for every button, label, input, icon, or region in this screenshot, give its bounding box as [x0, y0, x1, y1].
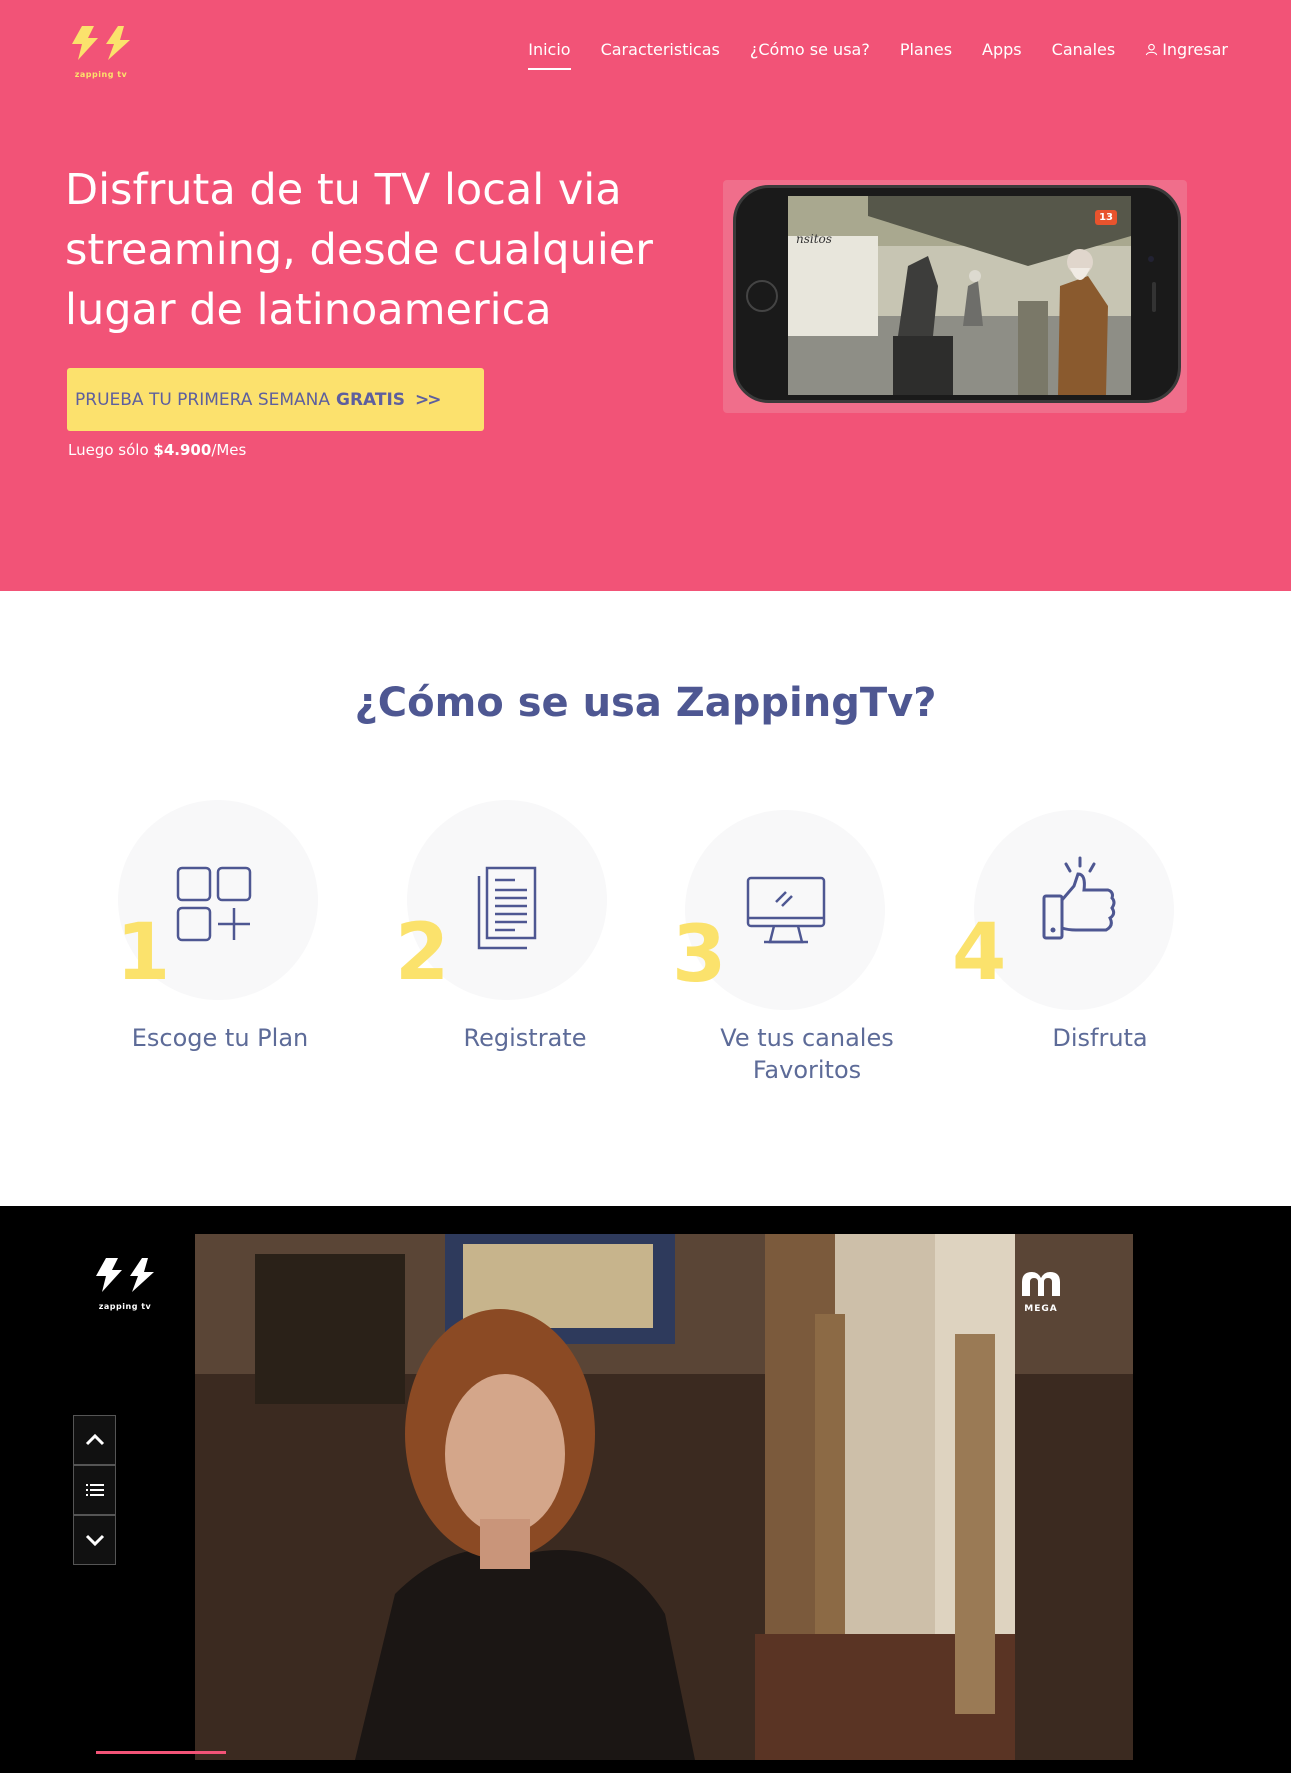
channel-up-button[interactable]	[73, 1415, 116, 1465]
video-player-section: zapping tv MEGA	[0, 1206, 1291, 1773]
price-value: $4.900	[153, 441, 212, 459]
zapping-logo-icon	[72, 26, 130, 60]
channel-logo: MEGA	[1018, 1268, 1064, 1314]
step-4: 4 Disfruta	[950, 800, 1210, 1100]
user-icon	[1146, 43, 1158, 56]
hero-title: Disfruta de tu TV local via streaming, d…	[65, 165, 653, 335]
free-trial-button[interactable]: PRUEBA TU PRIMERA SEMANA GRATIS >>	[67, 368, 484, 431]
hero-section: zapping tv Inicio Caracteristicas ¿Cómo …	[0, 0, 1291, 591]
channel-list-button[interactable]	[73, 1465, 116, 1515]
phone-camera	[1148, 256, 1154, 262]
step-label: Escoge tu Plan	[131, 1024, 309, 1052]
nav-item-como-se-usa[interactable]: ¿Cómo se usa?	[750, 40, 870, 59]
cta-emphasis: GRATIS	[336, 389, 406, 410]
step-number: 2	[395, 908, 450, 998]
museum-scene-image	[788, 196, 1131, 395]
nav-item-inicio[interactable]: Inicio	[528, 40, 571, 70]
nav-item-planes[interactable]: Planes	[900, 40, 952, 59]
main-nav: Inicio Caracteristicas ¿Cómo se usa? Pla…	[498, 40, 1228, 70]
step-3: 3 Ve tus canales Favoritos	[672, 800, 932, 1100]
howto-title: ¿Cómo se usa ZappingTv?	[354, 680, 937, 726]
phone-screen: nsitos 13	[788, 196, 1131, 395]
logo-text: zapping tv	[98, 1302, 152, 1311]
nav-item-apps[interactable]: Apps	[982, 40, 1022, 59]
login-link[interactable]: Ingresar	[1145, 40, 1228, 59]
step-number: 1	[116, 908, 171, 998]
monitor-icon	[746, 876, 826, 944]
progress-bar	[96, 1751, 226, 1754]
price-prefix: Luego sólo	[68, 441, 149, 459]
player-zapping-logo[interactable]: zapping tv	[92, 1254, 158, 1314]
nav-item-canales[interactable]: Canales	[1052, 40, 1116, 59]
phone-mockup: nsitos 13	[723, 180, 1187, 413]
list-icon	[85, 1484, 104, 1496]
grid-plus-icon	[176, 866, 252, 942]
mega-logo-icon	[1022, 1272, 1060, 1296]
login-label: Ingresar	[1162, 40, 1228, 59]
nav-item-caracteristicas[interactable]: Caracteristicas	[601, 40, 720, 59]
price-suffix: /Mes	[211, 441, 247, 459]
step-label: Registrate	[463, 1024, 587, 1052]
museum-sign: nsitos	[796, 232, 832, 246]
channel-down-button[interactable]	[73, 1515, 116, 1565]
zapping-logo[interactable]: zapping tv	[68, 22, 134, 82]
price-note: Luego sólo $4.900/Mes	[68, 441, 246, 459]
channel-badge: 13	[1095, 210, 1117, 225]
step-1: 1 Escoge tu Plan	[110, 800, 370, 1100]
zapping-logo-icon	[96, 1258, 154, 1292]
cta-label: PRUEBA TU PRIMERA SEMANA	[75, 389, 330, 410]
step-2: 2 Registrate	[395, 800, 655, 1100]
chevron-up-icon	[85, 1434, 104, 1446]
double-chevron-right-icon: >>	[415, 389, 441, 410]
channel-name: MEGA	[1024, 1304, 1058, 1314]
thumbs-up-icon	[1042, 856, 1116, 940]
chevron-down-icon	[85, 1534, 104, 1546]
tv-program-image	[195, 1234, 1133, 1760]
video-frame[interactable]	[195, 1234, 1133, 1760]
phone-speaker	[1152, 282, 1156, 312]
phone-home-button	[746, 280, 778, 312]
phone-device: nsitos 13	[733, 185, 1181, 403]
logo-text: zapping tv	[74, 70, 128, 79]
step-number: 4	[952, 908, 1007, 998]
step-label: Ve tus canales Favoritos	[720, 1024, 894, 1084]
document-icon	[477, 866, 537, 950]
step-number: 3	[672, 910, 727, 1000]
step-label: Disfruta	[1052, 1024, 1148, 1052]
